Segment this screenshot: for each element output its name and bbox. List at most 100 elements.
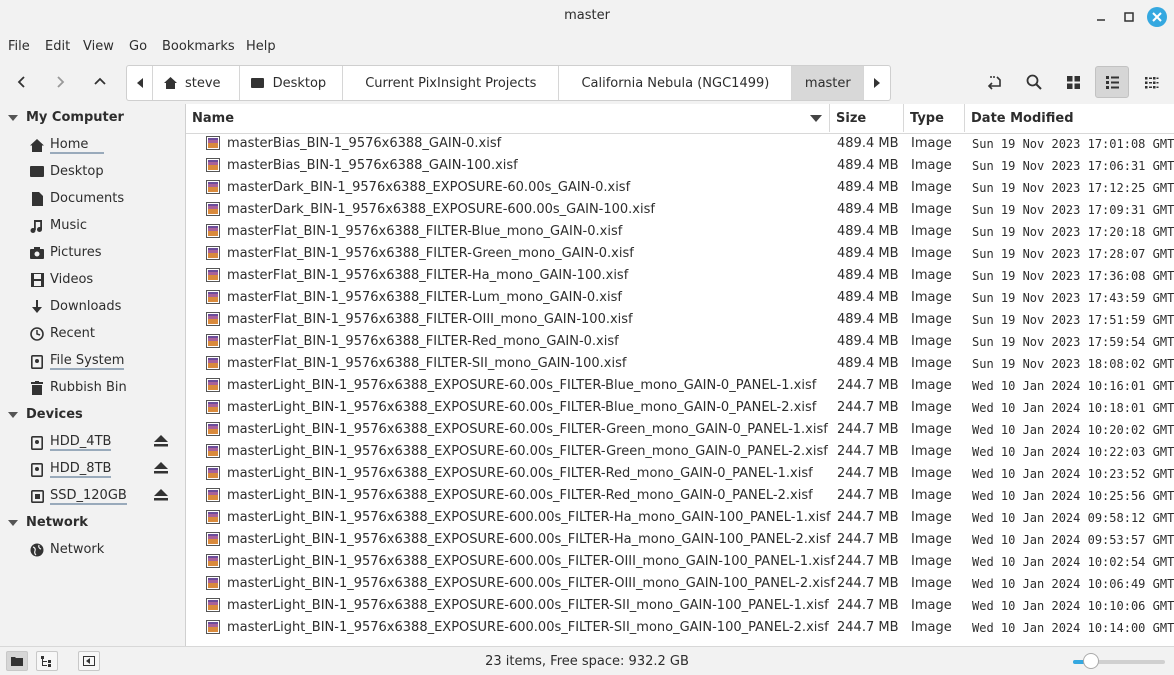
- table-row[interactable]: masterLight_BIN-1_9576x6388_EXPOSURE-600…: [186, 529, 1174, 551]
- section-heading: My Computer: [26, 110, 124, 125]
- file-size: 489.4 MB: [837, 312, 899, 327]
- sidebar-item-recent[interactable]: Recent: [30, 326, 95, 341]
- file-name: masterDark_BIN-1_9576x6388_EXPOSURE-600.…: [227, 202, 655, 217]
- section-devices[interactable]: Devices: [8, 407, 83, 422]
- breadcrumb-california-nebula[interactable]: California Nebula (NGC1499): [559, 66, 793, 100]
- sidebar-item-hdd-4tb[interactable]: HDD_4TB: [30, 434, 112, 451]
- file-size: 244.7 MB: [837, 466, 899, 481]
- column-header-type[interactable]: Type: [904, 104, 965, 132]
- column-header-date-modified[interactable]: Date Modified: [965, 104, 1174, 132]
- sidebar-item-label: Rubbish Bin: [50, 380, 127, 395]
- section-my-computer[interactable]: My Computer: [8, 110, 124, 125]
- sidebar-item-hdd-8tb[interactable]: HDD_8TB: [30, 461, 112, 478]
- menu-bookmarks[interactable]: Bookmarks: [162, 39, 235, 54]
- file-size: 244.7 MB: [837, 598, 899, 613]
- toggle-location-button[interactable]: [980, 68, 1008, 96]
- sidebar-item-file-system[interactable]: File System: [30, 353, 125, 370]
- file-date-modified: Wed 10 Jan 2024 10:02:54 GMT: [972, 555, 1174, 569]
- minimize-button[interactable]: [1091, 7, 1111, 27]
- column-header-name[interactable]: Name: [186, 104, 830, 132]
- forward-button[interactable]: [46, 68, 74, 96]
- maximize-button[interactable]: [1119, 7, 1139, 27]
- table-row[interactable]: masterFlat_BIN-1_9576x6388_FILTER-Lum_mo…: [186, 287, 1174, 309]
- icon-view-button[interactable]: [1059, 68, 1087, 96]
- sidebar-item-ssd-120gb[interactable]: SSD_120GB: [30, 488, 127, 505]
- menu-edit[interactable]: Edit: [45, 39, 70, 54]
- status-bar: 23 items, Free space: 932.2 GB: [0, 646, 1174, 675]
- sidebar-item-home[interactable]: Home: [30, 137, 105, 154]
- close-button[interactable]: [1147, 7, 1167, 27]
- globe-icon: [30, 543, 44, 557]
- file-type: Image: [911, 422, 952, 437]
- breadcrumb-desktop[interactable]: Desktop: [240, 66, 344, 100]
- table-row[interactable]: masterLight_BIN-1_9576x6388_EXPOSURE-600…: [186, 617, 1174, 639]
- file-size: 244.7 MB: [837, 510, 899, 525]
- eject-hdd-8tb-button[interactable]: [154, 462, 168, 478]
- file-date-modified: Wed 10 Jan 2024 10:20:02 GMT: [972, 423, 1174, 437]
- file-type: Image: [911, 400, 952, 415]
- breadcrumb-label: Current PixInsight Projects: [365, 75, 537, 91]
- eject-hdd-4tb-button[interactable]: [154, 435, 168, 451]
- breadcrumb-current-pixinsight-projects[interactable]: Current PixInsight Projects: [343, 66, 560, 100]
- table-row[interactable]: masterLight_BIN-1_9576x6388_EXPOSURE-60.…: [186, 463, 1174, 485]
- section-heading: Network: [26, 515, 88, 530]
- menu-file[interactable]: File: [8, 39, 30, 54]
- table-row[interactable]: masterFlat_BIN-1_9576x6388_FILTER-Blue_m…: [186, 221, 1174, 243]
- list-view-button[interactable]: [1095, 66, 1129, 98]
- table-row[interactable]: masterFlat_BIN-1_9576x6388_FILTER-OIII_m…: [186, 309, 1174, 331]
- sidebar-item-pictures[interactable]: Pictures: [30, 245, 101, 260]
- table-row[interactable]: masterFlat_BIN-1_9576x6388_FILTER-Ha_mon…: [186, 265, 1174, 287]
- table-row[interactable]: masterLight_BIN-1_9576x6388_EXPOSURE-600…: [186, 595, 1174, 617]
- table-row[interactable]: masterLight_BIN-1_9576x6388_EXPOSURE-60.…: [186, 441, 1174, 463]
- table-row[interactable]: masterLight_BIN-1_9576x6388_EXPOSURE-60.…: [186, 419, 1174, 441]
- table-row[interactable]: masterLight_BIN-1_9576x6388_EXPOSURE-60.…: [186, 375, 1174, 397]
- table-row[interactable]: masterFlat_BIN-1_9576x6388_FILTER-SII_mo…: [186, 353, 1174, 375]
- sidebar-item-network[interactable]: Network: [30, 542, 104, 557]
- table-row[interactable]: masterLight_BIN-1_9576x6388_EXPOSURE-60.…: [186, 397, 1174, 419]
- breadcrumb: steve Desktop Current PixInsight Project…: [126, 65, 892, 101]
- file-name: masterFlat_BIN-1_9576x6388_FILTER-Ha_mon…: [227, 268, 629, 283]
- menu-view[interactable]: View: [83, 39, 114, 54]
- compact-view-button[interactable]: [1137, 68, 1165, 96]
- back-button[interactable]: [8, 68, 36, 96]
- table-row[interactable]: masterFlat_BIN-1_9576x6388_FILTER-Green_…: [186, 243, 1174, 265]
- sidebar-item-documents[interactable]: Documents: [30, 191, 124, 206]
- image-file-icon: [206, 356, 220, 370]
- up-button[interactable]: [86, 68, 114, 96]
- menu-help[interactable]: Help: [246, 39, 276, 54]
- file-date-modified: Wed 10 Jan 2024 10:25:56 GMT: [972, 489, 1174, 503]
- sidebar: My Computer Home Desktop Documents Music…: [0, 104, 184, 646]
- section-heading: Devices: [26, 407, 83, 422]
- image-file-icon: [206, 466, 220, 480]
- column-header-size[interactable]: Size: [830, 104, 904, 132]
- table-row[interactable]: masterDark_BIN-1_9576x6388_EXPOSURE-600.…: [186, 199, 1174, 221]
- sidebar-item-music[interactable]: Music: [30, 218, 87, 233]
- table-row[interactable]: masterBias_BIN-1_9576x6388_GAIN-100.xisf…: [186, 155, 1174, 177]
- menu-go[interactable]: Go: [129, 39, 147, 54]
- sidebar-item-label: Recent: [50, 326, 95, 341]
- table-row[interactable]: masterLight_BIN-1_9576x6388_EXPOSURE-600…: [186, 507, 1174, 529]
- breadcrumb-steve[interactable]: steve: [153, 66, 240, 100]
- table-row[interactable]: masterFlat_BIN-1_9576x6388_FILTER-Red_mo…: [186, 331, 1174, 353]
- sidebar-item-rubbish-bin[interactable]: Rubbish Bin: [30, 380, 127, 395]
- file-date-modified: Sun 19 Nov 2023 17:12:25 GMT: [972, 181, 1174, 195]
- table-row[interactable]: masterBias_BIN-1_9576x6388_GAIN-0.xisf 48…: [186, 133, 1174, 155]
- section-network[interactable]: Network: [8, 515, 88, 530]
- eject-ssd-120gb-button[interactable]: [154, 489, 168, 505]
- breadcrumb-master[interactable]: master: [792, 66, 865, 100]
- image-file-icon: [206, 224, 220, 238]
- breadcrumb-back-arrow[interactable]: [127, 66, 153, 100]
- sidebar-item-videos[interactable]: Videos: [30, 272, 93, 287]
- table-row[interactable]: masterLight_BIN-1_9576x6388_EXPOSURE-600…: [186, 551, 1174, 573]
- table-row[interactable]: masterLight_BIN-1_9576x6388_EXPOSURE-60.…: [186, 485, 1174, 507]
- image-file-icon: [206, 290, 220, 304]
- sidebar-item-downloads[interactable]: Downloads: [30, 299, 121, 314]
- sidebar-item-desktop[interactable]: Desktop: [30, 164, 104, 179]
- breadcrumb-forward-arrow[interactable]: [864, 66, 890, 100]
- image-file-icon: [206, 510, 220, 524]
- table-row[interactable]: masterLight_BIN-1_9576x6388_EXPOSURE-600…: [186, 573, 1174, 595]
- file-size: 489.4 MB: [837, 180, 899, 195]
- zoom-slider[interactable]: [1073, 653, 1165, 669]
- search-button[interactable]: [1020, 68, 1048, 96]
- table-row[interactable]: masterDark_BIN-1_9576x6388_EXPOSURE-60.0…: [186, 177, 1174, 199]
